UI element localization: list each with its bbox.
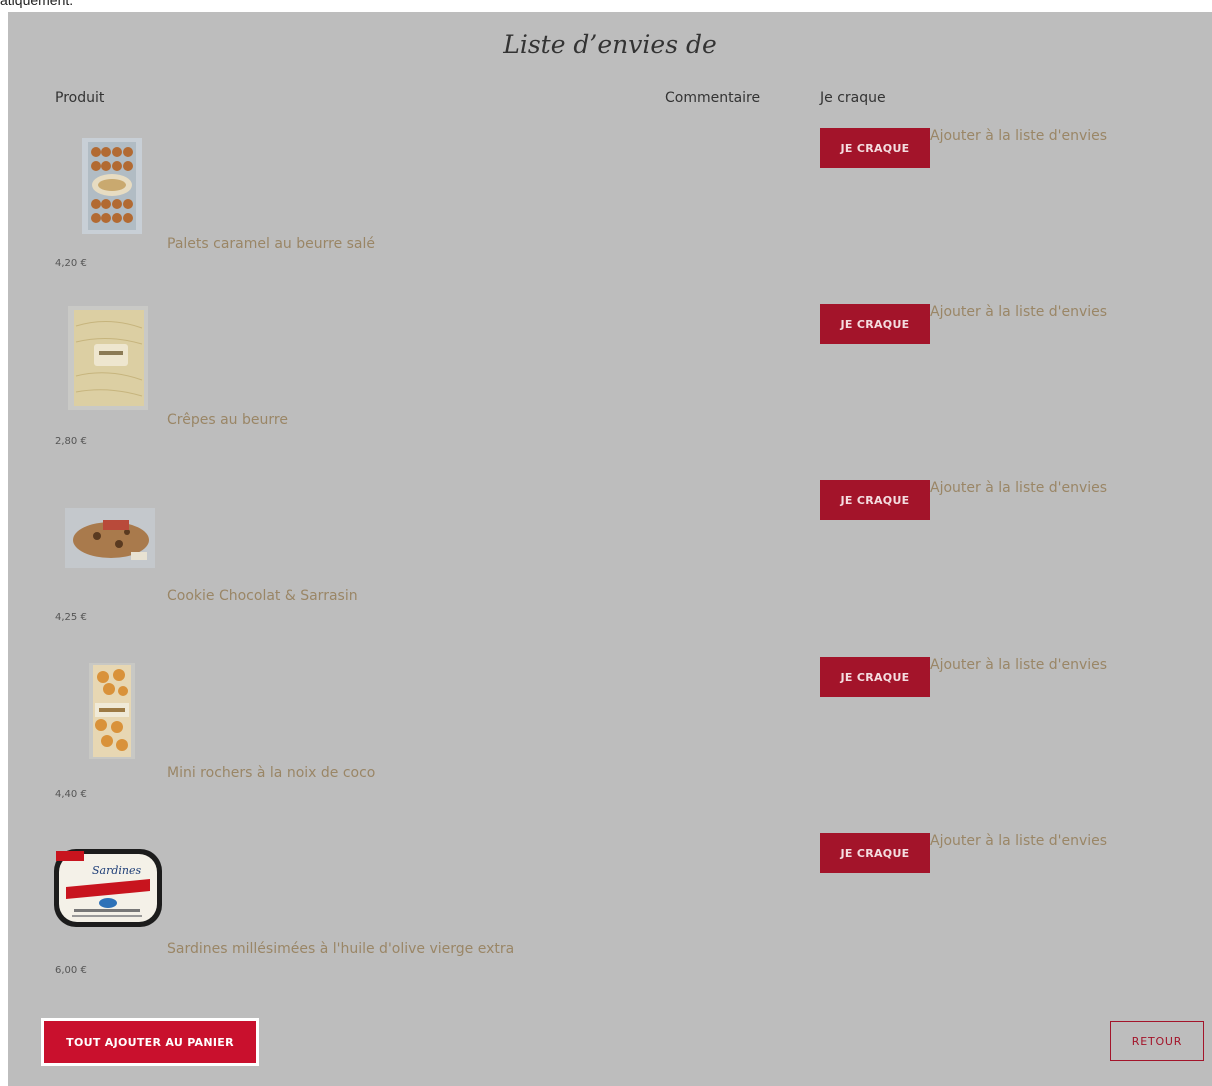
product-image[interactable] — [82, 138, 142, 234]
header-je-craque: Je craque — [820, 90, 886, 106]
table-row: Mini rochers à la noix de coco 4,40 € JE… — [8, 657, 1212, 833]
product-image[interactable] — [89, 663, 135, 759]
product-image[interactable]: Sardines — [52, 847, 164, 929]
product-name-link[interactable]: Palets caramel au beurre salé — [167, 236, 375, 252]
je-craque-button[interactable]: JE CRAQUE — [820, 128, 930, 168]
sardine-tin-label: Sardines — [92, 864, 142, 877]
product-image[interactable] — [68, 306, 148, 410]
product-name-link[interactable]: Crêpes au beurre — [167, 412, 288, 428]
table-row: Cookie Chocolat & Sarrasin 4,25 € JE CRA… — [8, 480, 1212, 656]
product-price: 4,25 € — [55, 612, 87, 623]
wishlist-panel: Liste d’envies de Produit Commentaire Je… — [8, 12, 1212, 1086]
je-craque-button[interactable]: JE CRAQUE — [820, 304, 930, 344]
product-name-link[interactable]: Sardines millésimées à l'huile d'olive v… — [167, 941, 514, 957]
add-to-wishlist-link[interactable]: Ajouter à la liste d'envies — [930, 657, 1107, 673]
add-to-wishlist-link[interactable]: Ajouter à la liste d'envies — [930, 480, 1107, 496]
header-comment: Commentaire — [665, 90, 761, 106]
table-row: Sardines Sardines millésimées à l'huile … — [8, 833, 1212, 1009]
je-craque-button[interactable]: JE CRAQUE — [820, 833, 930, 873]
add-to-wishlist-link[interactable]: Ajouter à la liste d'envies — [930, 304, 1107, 320]
back-button[interactable]: RETOUR — [1110, 1021, 1204, 1061]
clipped-text: atiquement. — [0, 0, 74, 8]
page-title: Liste d’envies de — [503, 30, 717, 59]
product-price: 4,20 € — [55, 258, 87, 269]
product-name-link[interactable]: Cookie Chocolat & Sarrasin — [167, 588, 358, 604]
table-row: Palets caramel au beurre salé 4,20 € JE … — [8, 128, 1212, 304]
add-all-to-cart-button[interactable]: TOUT AJOUTER AU PANIER — [41, 1018, 259, 1066]
je-craque-button[interactable]: JE CRAQUE — [820, 657, 930, 697]
je-craque-button[interactable]: JE CRAQUE — [820, 480, 930, 520]
add-to-wishlist-link[interactable]: Ajouter à la liste d'envies — [930, 833, 1107, 849]
product-price: 4,40 € — [55, 789, 87, 800]
product-price: 2,80 € — [55, 436, 87, 447]
product-name-link[interactable]: Mini rochers à la noix de coco — [167, 765, 375, 781]
product-image[interactable] — [65, 508, 155, 568]
product-price: 6,00 € — [55, 965, 87, 976]
table-row: Crêpes au beurre 2,80 € JE CRAQUE Ajoute… — [8, 304, 1212, 480]
header-product: Produit — [55, 90, 105, 106]
add-to-wishlist-link[interactable]: Ajouter à la liste d'envies — [930, 128, 1107, 144]
